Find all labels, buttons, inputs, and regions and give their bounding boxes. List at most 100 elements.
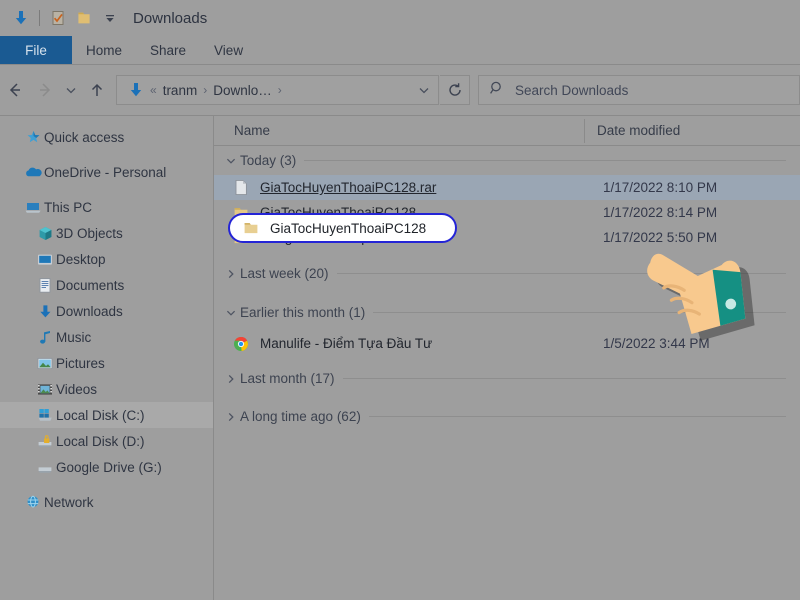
file-date-modified: 1/17/2022 8:10 PM — [603, 180, 718, 195]
file-name: GiaTocHuyenThoaiPC128.rar — [260, 180, 437, 195]
pictures-icon — [34, 354, 56, 372]
sidebar-item-quick-access[interactable]: Quick access — [0, 124, 213, 150]
tab-home[interactable]: Home — [72, 36, 136, 65]
new-folder-icon[interactable] — [71, 5, 97, 31]
sidebar-item-label: Documents — [56, 277, 125, 293]
sidebar-item-label: Quick access — [44, 129, 125, 145]
group-header-earlier-this-month[interactable]: Earlier this month (1) — [214, 298, 800, 327]
sidebar-item-label: Google Drive (G:) — [56, 459, 162, 475]
annotation-highlight-label: GiaTocHuyenThoaiPC128 — [270, 220, 427, 236]
sidebar-item-label: This PC — [44, 199, 93, 215]
downloads-arrow-icon — [123, 77, 149, 103]
group-header-label: Earlier this month (1) — [240, 305, 366, 320]
sidebar-item-downloads[interactable]: Downloads — [0, 298, 213, 324]
chevron-right-icon[interactable] — [222, 411, 240, 423]
sidebar-item-label: Downloads — [56, 303, 123, 319]
forward-button[interactable] — [30, 75, 60, 105]
file-explorer-window: Downloads File Home Share View « tranm ›… — [0, 0, 800, 600]
group-header-last-month[interactable]: Last month (17) — [214, 364, 800, 393]
search-input[interactable]: Search Downloads — [515, 83, 628, 98]
file-date-modified: 1/17/2022 5:50 PM — [603, 230, 718, 245]
breadcrumb-separator-2[interactable]: › — [277, 83, 283, 97]
chevron-down-icon[interactable] — [222, 155, 240, 167]
title-bar: Downloads — [0, 0, 800, 36]
navigation-pane: Quick access OneDrive - Personal This PC… — [0, 116, 214, 600]
sidebar-item-label: Videos — [56, 381, 98, 397]
download-icon[interactable] — [8, 5, 34, 31]
drive-icon — [34, 458, 56, 476]
address-bar[interactable]: « tranm › Downlo… › — [116, 75, 439, 105]
table-row[interactable]: GiaTocHuyenThoaiPC128.rar 1/17/2022 8:10… — [214, 175, 800, 200]
group-header-rule — [373, 312, 786, 313]
group-header-label: Last month (17) — [240, 371, 335, 386]
address-dropdown-chevron-icon[interactable] — [412, 83, 436, 97]
explorer-body: Quick access OneDrive - Personal This PC… — [0, 116, 800, 600]
tab-share[interactable]: Share — [136, 36, 200, 65]
qat-divider — [39, 10, 40, 26]
window-title: Downloads — [133, 9, 208, 27]
sidebar-item-local-disk-c[interactable]: Local Disk (C:) — [0, 402, 213, 428]
group-header-rule — [342, 378, 786, 379]
group-header-rule — [304, 160, 786, 161]
chevron-right-icon[interactable] — [222, 373, 240, 385]
sidebar-item-3d-objects[interactable]: 3D Objects — [0, 220, 213, 246]
group-header-rule — [336, 273, 786, 274]
file-list-pane: Name Date modified Today (3) GiaTocHuyen… — [214, 116, 800, 600]
breadcrumb-downloads[interactable]: Downlo… — [208, 83, 277, 98]
sidebar-item-this-pc[interactable]: This PC — [0, 194, 213, 220]
music-icon — [34, 328, 56, 346]
group-header-label: A long time ago (62) — [240, 409, 361, 424]
column-header-row: Name Date modified — [214, 116, 800, 146]
ribbon-tab-bar: File Home Share View — [0, 36, 800, 65]
breadcrumb-tranm[interactable]: tranm — [158, 83, 203, 98]
file-date-modified: 1/17/2022 8:14 PM — [603, 205, 718, 220]
file-date-modified: 1/5/2022 3:44 PM — [603, 336, 710, 351]
rar-file-icon — [230, 179, 252, 197]
refresh-button[interactable] — [440, 75, 470, 105]
tab-file[interactable]: File — [0, 36, 72, 65]
sidebar-item-documents[interactable]: Documents — [0, 272, 213, 298]
search-box[interactable]: Search Downloads — [478, 75, 800, 105]
chevron-down-icon[interactable] — [222, 307, 240, 319]
recent-locations-chevron-icon[interactable] — [60, 75, 82, 105]
address-bar-row: « tranm › Downlo… › Search Downloads — [0, 65, 800, 115]
videos-icon — [34, 380, 56, 398]
annotation-highlight-box: GiaTocHuyenThoaiPC128 — [228, 213, 457, 243]
tab-view[interactable]: View — [200, 36, 257, 65]
sidebar-item-google-drive-g[interactable]: Google Drive (G:) — [0, 454, 213, 480]
sidebar-item-music[interactable]: Music — [0, 324, 213, 350]
breadcrumb-overflow[interactable]: « — [149, 83, 158, 97]
desktop-icon — [34, 250, 56, 268]
group-header-last-week[interactable]: Last week (20) — [214, 259, 800, 288]
chevron-right-icon[interactable] — [222, 268, 240, 280]
sidebar-item-pictures[interactable]: Pictures — [0, 350, 213, 376]
sidebar-item-label: Network — [44, 494, 94, 510]
file-name: Manulife - Điểm Tựa Đầu Tư — [260, 336, 433, 351]
sidebar-item-desktop[interactable]: Desktop — [0, 246, 213, 272]
sidebar-item-label: Local Disk (D:) — [56, 433, 145, 449]
column-header-date-modified[interactable]: Date modified — [584, 118, 774, 143]
properties-icon[interactable] — [45, 5, 71, 31]
back-button[interactable] — [0, 75, 30, 105]
windows-drive-icon — [34, 406, 56, 424]
downloads-icon — [34, 302, 56, 320]
sidebar-item-onedrive-personal[interactable]: OneDrive - Personal — [0, 159, 213, 185]
sidebar-item-label: Pictures — [56, 355, 105, 371]
column-header-name[interactable]: Name — [214, 123, 584, 138]
network-icon — [22, 493, 44, 511]
customize-qat-chevron-icon[interactable] — [97, 5, 123, 31]
sidebar-item-network[interactable]: Network — [0, 489, 213, 515]
group-header-today[interactable]: Today (3) — [214, 146, 800, 175]
table-row[interactable]: Manulife - Điểm Tựa Đầu Tư 1/5/2022 3:44… — [214, 331, 800, 356]
up-button[interactable] — [82, 75, 112, 105]
this-pc-icon — [22, 198, 44, 216]
locked-drive-icon — [34, 432, 56, 450]
sidebar-item-label: 3D Objects — [56, 225, 123, 241]
sidebar-item-local-disk-d[interactable]: Local Disk (D:) — [0, 428, 213, 454]
3d-objects-icon — [34, 224, 56, 242]
group-header-a-long-time-ago[interactable]: A long time ago (62) — [214, 402, 800, 431]
sidebar-item-videos[interactable]: Videos — [0, 376, 213, 402]
